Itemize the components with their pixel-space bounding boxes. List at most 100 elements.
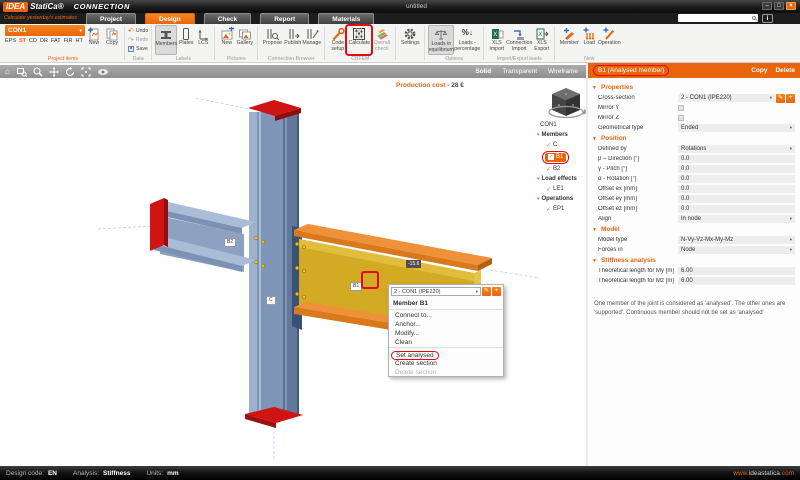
beta-direction-input[interactable]: 0.0 [678,155,795,163]
code-fat[interactable]: FAT [51,38,61,44]
new-load-button[interactable]: Load [580,25,598,55]
zoom-window-icon[interactable] [16,67,27,77]
add-cross-section-button[interactable]: + [786,93,795,103]
mode-wireframe[interactable]: Wireframe [548,68,578,75]
code-eps[interactable]: EPS [5,38,16,44]
picture-gallery-button[interactable]: Gallery [235,25,254,55]
connection-import-button[interactable]: Connection Import [506,25,532,55]
mode-transparent[interactable]: Transparent [502,68,537,75]
code-ht[interactable]: HT [76,38,83,44]
search-input[interactable] [678,14,758,22]
align-select[interactable]: In node ▾ [678,215,795,223]
xls-import-button[interactable]: X XLS Import [487,25,506,55]
context-cross-section-selector[interactable]: 2 - CON1 (IPE220) ▾ [391,287,481,296]
tree-item-ep1[interactable]: ✓ EP1 [537,204,586,214]
code-cd[interactable]: CD [29,38,37,44]
settings-button[interactable]: Settings [399,25,421,55]
loads-in-equilibrium-button[interactable]: Loads in equilibrium [428,25,455,55]
section-properties[interactable]: ▼ Properties [588,82,800,93]
edit-cross-section-button[interactable]: ✎ [482,287,491,296]
tree-section-operations[interactable]: ▾ Operations [537,194,586,204]
panel-copy-button[interactable]: Copy [751,67,767,74]
rotate-icon[interactable] [65,67,74,77]
section-stiffness-analysis[interactable]: ▼ Stiffness analysis [588,255,800,266]
section-model[interactable]: ▼ Model [588,224,800,235]
view-cube[interactable] [548,88,586,119]
code-fir[interactable]: FIR [64,38,73,44]
tree-section-members[interactable]: ▾ Members [537,130,586,140]
offset-ey-input[interactable]: 0.0 [678,195,795,203]
code-setup-button[interactable]: Code setup [328,25,347,55]
info-button[interactable]: i [762,14,773,23]
calculate-button[interactable]: Calculate [347,25,371,47]
publish-button[interactable]: Publish [283,25,302,55]
overall-check-button[interactable]: Overall check [371,25,392,55]
forces-in-select[interactable]: Node ▾ [678,246,795,254]
manage-button[interactable]: Manage [302,25,321,55]
website-link[interactable]: www.ideastatica.com [733,470,794,477]
home-view-icon[interactable]: ⌂ [5,67,10,76]
minimize-button[interactable]: – [762,2,772,10]
model-type-select[interactable]: N-Vy-Vz-Mx-My-Mz ▾ [678,236,795,244]
code-dr[interactable]: DR [40,38,48,44]
menu-item-clean[interactable]: Clean [389,337,503,346]
menu-item-set-analysed[interactable]: Set analysed [389,349,503,360]
undo-button[interactable]: ↶ Undo [128,27,148,35]
alpha-rotation-input[interactable]: 0.0 [678,175,795,183]
cross-section-select[interactable]: 2 - CON1 (IPE220) ▾ [678,94,775,102]
picture-new-button[interactable]: New [218,25,235,55]
geometrical-type-select[interactable]: Ended ▾ [678,124,795,132]
propose-button[interactable]: Propose [261,25,283,55]
view-settings-icon[interactable] [97,67,108,76]
redo-button[interactable]: ↷ Redo [128,36,148,44]
labels-plates-button[interactable]: Plates [177,25,195,55]
beam-b2[interactable] [150,198,265,272]
defined-by-select[interactable]: Rotations ▾ [678,145,795,153]
mirror-z-checkbox[interactable] [678,115,684,121]
edit-cross-section-button[interactable]: ✎ [776,93,785,103]
section-position[interactable]: ▼ Position [588,133,800,144]
tree-item-b2[interactable]: ✓ B2 [537,164,586,174]
new-member-button[interactable]: Member [558,25,580,55]
menu-item-create-section[interactable]: Create section [389,358,503,367]
checkbox-icon[interactable]: ✓ [548,154,554,160]
project-item-selector[interactable]: CON1 ▾ [5,25,85,36]
tab-design[interactable]: Design [145,13,195,24]
copy-project-item-button[interactable]: Copy [103,25,121,55]
code-st[interactable]: ST [19,38,26,44]
zoom-all-icon[interactable] [81,67,91,77]
maximize-button[interactable]: □ [774,2,784,10]
tree-section-load-effects[interactable]: ▾ Load effects [537,174,586,184]
new-project-item-button[interactable]: New [85,25,103,55]
close-button[interactable]: × [786,2,796,10]
mode-solid[interactable]: Solid [475,68,491,75]
save-button[interactable]: Save [128,45,148,53]
labels-lcs-button[interactable]: LCS [195,25,211,55]
tab-check[interactable]: Check [203,13,252,24]
3d-viewport[interactable]: Production cost - 28 € B2 C B1 -15.6 CON… [0,78,586,466]
tree-item-c[interactable]: ✓ C [537,140,586,150]
tree-item-b1[interactable]: ✓ B1 [537,150,586,164]
zoom-icon[interactable] [33,67,43,77]
loads-percentage-button[interactable]: %↓ Loads - percentage [454,25,480,55]
pan-icon[interactable] [48,67,59,77]
offset-ez-input[interactable]: 0.0 [678,205,795,213]
menu-item-anchor[interactable]: Anchor... [389,319,503,328]
mirror-y-checkbox[interactable] [678,105,684,111]
panel-delete-button[interactable]: Delete [775,67,795,74]
gamma-pitch-input[interactable]: 0.0 [678,165,795,173]
tree-item-le1[interactable]: ✓ LE1 [537,184,586,194]
3d-scene[interactable] [0,78,586,466]
labels-members-button[interactable]: Members [155,25,178,55]
add-cross-section-button[interactable]: + [492,287,501,296]
xls-export-button[interactable]: X XLS Export [532,25,551,55]
tab-project[interactable]: Project [86,13,137,24]
theoretical-length-mz-input[interactable]: 6.00 [678,277,795,285]
tab-report[interactable]: Report [260,13,310,24]
menu-item-connect-to[interactable]: Connect to... [389,310,503,319]
theoretical-length-my-input[interactable]: 6.00 [678,267,795,275]
new-operation-button[interactable]: Operation [598,25,621,55]
offset-ex-input[interactable]: 0.0 [678,185,795,193]
tab-materials[interactable]: Materials [318,13,375,24]
menu-item-modify[interactable]: Modify... [389,328,503,337]
